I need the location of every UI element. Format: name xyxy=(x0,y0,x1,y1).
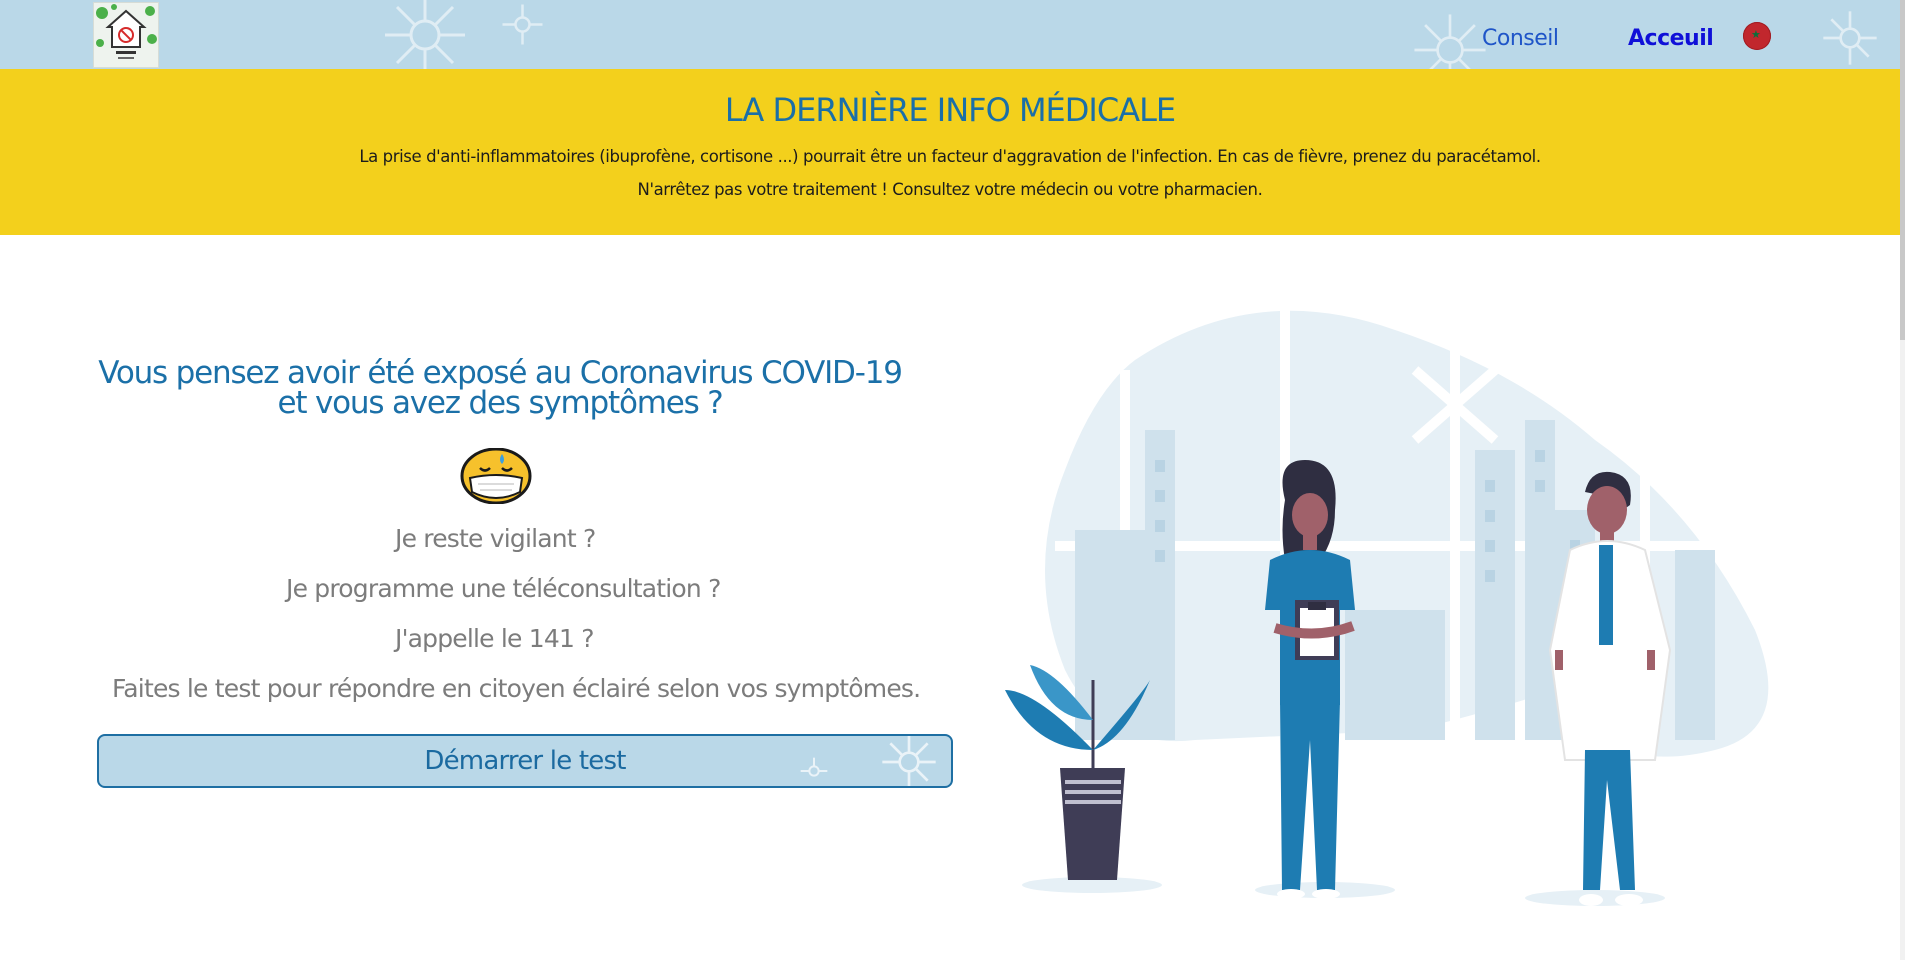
start-test-button[interactable]: Démarrer le test xyxy=(97,734,953,788)
page-headline: Vous pensez avoir été exposé au Coronavi… xyxy=(98,355,903,421)
nav-link-conseil[interactable]: Conseil xyxy=(1482,26,1559,51)
top-navbar: Conseil Acceuil ★ xyxy=(0,0,1900,69)
masked-sweating-face-icon xyxy=(460,448,532,504)
question-teleconsultation: Je programme une téléconsultation ? xyxy=(286,574,721,603)
test-invitation-text: Faites le test pour répondre en citoyen … xyxy=(112,674,921,703)
question-vigilant: Je reste vigilant ? xyxy=(395,524,596,553)
virus-decoration-icon xyxy=(882,736,936,786)
banner-text-line-2: N'arrêtez pas votre traitement ! Consult… xyxy=(637,180,1263,199)
morocco-flag-icon[interactable]: ★ xyxy=(1743,22,1771,50)
virus-decoration-icon xyxy=(1823,11,1877,65)
virus-decoration-icon xyxy=(800,757,828,777)
nav-link-accueil[interactable]: Acceuil xyxy=(1628,26,1714,51)
virus-decoration-icon xyxy=(385,0,465,69)
virus-decoration-icon xyxy=(1414,14,1486,69)
medical-info-banner: LA DERNIÈRE INFO MÉDICALE La prise d'ant… xyxy=(0,69,1900,235)
site-logo[interactable] xyxy=(93,2,159,68)
banner-title: LA DERNIÈRE INFO MÉDICALE xyxy=(724,91,1176,129)
scrollbar-thumb[interactable] xyxy=(1900,0,1905,340)
start-test-button-label: Démarrer le test xyxy=(424,746,626,776)
stay-home-logo-icon xyxy=(96,4,157,59)
question-call-141: J'appelle le 141 ? xyxy=(395,624,595,653)
banner-text-line-1: La prise d'anti-inflammatoires (ibuprofè… xyxy=(359,147,1541,166)
vertical-scrollbar[interactable] xyxy=(1900,0,1905,960)
virus-decoration-icon xyxy=(502,4,543,45)
doctors-illustration xyxy=(1005,310,1769,906)
